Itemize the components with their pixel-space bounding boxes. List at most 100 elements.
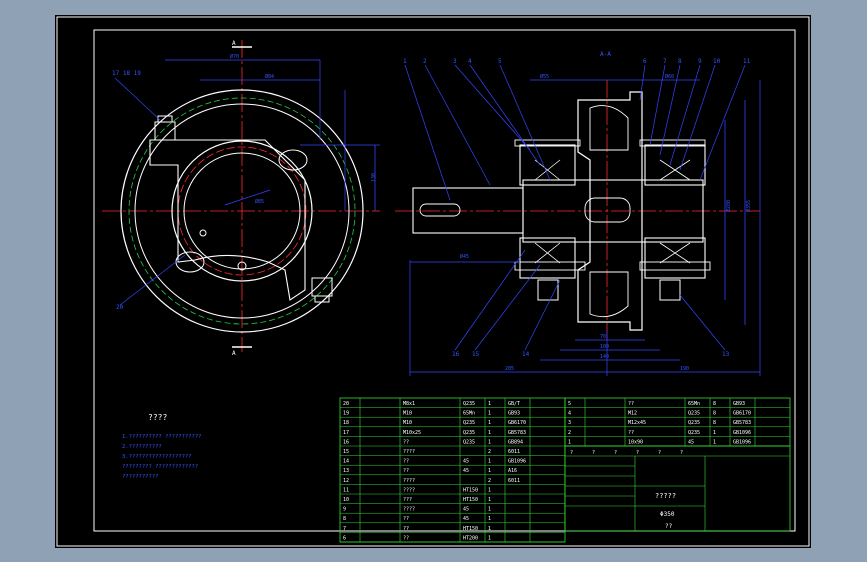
table-cell: 1 xyxy=(488,487,491,493)
table-cell: 18 xyxy=(343,420,349,426)
dim-text-bottom3: 140 xyxy=(600,354,609,360)
table-cell: 1 xyxy=(713,439,716,445)
dim-text-d1: Ø45 xyxy=(460,253,469,260)
table-cell: 8 xyxy=(713,411,716,417)
table-cell: 6011 xyxy=(508,478,520,484)
balloon-label: 11 xyxy=(743,58,751,65)
title-header-cell: ? xyxy=(636,450,639,456)
table-cell: Q235 xyxy=(688,411,700,417)
table-cell: A16 xyxy=(508,468,517,474)
table-cell: HT150 xyxy=(463,526,478,532)
table-cell: ?? xyxy=(628,401,634,407)
balloon-label: 3 xyxy=(453,58,457,65)
table-cell: ?? xyxy=(628,430,634,436)
table-cell: GB/T xyxy=(508,401,520,407)
table-cell: 11 xyxy=(343,487,349,493)
table-cell: 45 xyxy=(463,507,469,513)
table-cell: 19 xyxy=(343,411,349,417)
table-cell: ?? xyxy=(403,516,409,522)
table-cell: Q235 xyxy=(463,430,475,436)
table-cell: 17 xyxy=(343,430,349,436)
balloon-label: 2 xyxy=(423,58,427,65)
balloon-label: 13 xyxy=(722,351,730,358)
table-cell: ??? xyxy=(403,497,412,503)
table-cell: 1 xyxy=(488,430,491,436)
table-cell: HT200 xyxy=(463,535,478,541)
title-header-cell: ? xyxy=(592,450,595,456)
title-header-cell: ? xyxy=(658,450,661,456)
dim-text-outer: Ø355 xyxy=(745,200,752,212)
table-cell: GB1096 xyxy=(733,439,751,445)
table-cell: ???? xyxy=(403,478,415,484)
table-cell: 1 xyxy=(488,420,491,426)
balloon-label: 16 xyxy=(452,351,460,358)
table-cell: ?? xyxy=(403,439,409,445)
table-cell: 2 xyxy=(568,430,571,436)
cad-drawing: A A 17 18 19 20 Ø70 Ø84 Ø85 130 A-A Ø45 … xyxy=(55,15,811,548)
table-cell: 20 xyxy=(343,401,349,407)
table-cell: GB6170 xyxy=(733,411,751,417)
dim-text-bottom2: 100 xyxy=(600,344,609,350)
table-cell: M12x45 xyxy=(628,420,646,426)
notes-title: ???? xyxy=(148,413,167,422)
table-cell: ?? xyxy=(403,459,409,465)
leader-label-17-19: 17 18 19 xyxy=(112,70,141,77)
table-cell: HT150 xyxy=(463,487,478,493)
table-cell: Q235 xyxy=(463,401,475,407)
dim-text-d3: Ø60 xyxy=(665,73,674,80)
table-cell: 1 xyxy=(488,401,491,407)
dim-text-total-right: 190 xyxy=(680,366,689,372)
balloon-label: 10 xyxy=(713,58,721,65)
dim-text-center: Ø85 xyxy=(255,198,264,205)
note-line: 1.?????????? ??????????? xyxy=(122,434,201,440)
table-cell: M10 xyxy=(403,411,412,417)
table-cell: 4 xyxy=(568,411,571,417)
table-cell: 45 xyxy=(463,516,469,522)
table-cell: 1 xyxy=(488,507,491,513)
balloon-label: 14 xyxy=(522,351,530,358)
note-line: ????????? ????????????? xyxy=(122,464,198,470)
table-cell: HT150 xyxy=(463,497,478,503)
dim-text-top: Ø70 xyxy=(230,53,239,60)
table-cell: 45 xyxy=(463,468,469,474)
table-cell: 6011 xyxy=(508,449,520,455)
table-cell: 14 xyxy=(343,459,349,465)
table-cell: ?? xyxy=(403,526,409,532)
balloon-label: 1 xyxy=(403,58,407,65)
balloon-label: 15 xyxy=(472,351,480,358)
table-cell: 1 xyxy=(488,439,491,445)
table-cell: 12 xyxy=(343,478,349,484)
table-cell: M12 xyxy=(628,411,637,417)
table-cell: ???? xyxy=(403,507,415,513)
table-cell: 45 xyxy=(688,439,694,445)
table-cell: 65Mn xyxy=(688,401,700,407)
section-label-bottom: A xyxy=(232,350,236,357)
note-line: 2.?????????? xyxy=(122,444,162,450)
title-header-cell: ? xyxy=(680,450,683,456)
table-cell: ???? xyxy=(403,449,415,455)
title-header-cell: ? xyxy=(614,450,617,456)
balloon-label: 8 xyxy=(678,58,682,65)
table-cell: 13 xyxy=(343,468,349,474)
table-cell: 8 xyxy=(713,401,716,407)
table-cell: 1 xyxy=(488,526,491,532)
section-title: A-A xyxy=(600,51,611,58)
dim-text-bottom1: 70 xyxy=(600,334,606,340)
table-cell: 1 xyxy=(568,439,571,445)
balloon-label: 5 xyxy=(498,58,502,65)
table-cell: 1 xyxy=(488,459,491,465)
note-line: 3.??????????????????? xyxy=(122,454,192,460)
table-cell: 1 xyxy=(488,516,491,522)
section-label-top: A xyxy=(232,40,236,47)
table-cell: 8 xyxy=(343,516,346,522)
table-cell: 1 xyxy=(488,497,491,503)
table-cell: 1 xyxy=(488,468,491,474)
table-cell: 1 xyxy=(713,430,716,436)
table-cell: 45 xyxy=(463,459,469,465)
table-cell: GB5783 xyxy=(733,420,751,426)
table-cell: Q235 xyxy=(463,439,475,445)
table-cell: M8x1 xyxy=(403,401,415,407)
leader-label-20: 20 xyxy=(116,304,124,311)
table-cell: Q235 xyxy=(688,430,700,436)
table-cell: ?? xyxy=(403,468,409,474)
